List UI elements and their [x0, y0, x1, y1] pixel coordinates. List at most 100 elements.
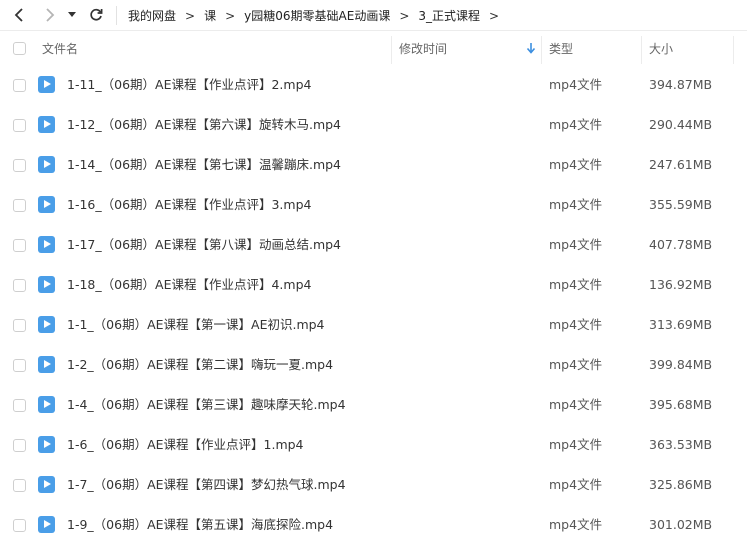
caret-down-icon — [68, 12, 76, 17]
file-name[interactable]: 1-17_（06期）AE课程【第八课】动画总结.mp4 — [67, 225, 341, 265]
row-checkbox[interactable] — [13, 279, 26, 292]
forward-button[interactable] — [40, 5, 60, 25]
file-name[interactable]: 1-16_（06期）AE课程【作业点评】3.mp4 — [67, 185, 311, 225]
toolbar: 我的网盘 > 课 > y园糖06期零基础AE动画课 > 3_正式课程 > — [0, 0, 747, 31]
breadcrumb-item[interactable]: y园糖06期零基础AE动画课 — [244, 7, 390, 24]
chevron-left-icon — [14, 8, 23, 22]
file-row[interactable]: 1-12_（06期）AE课程【第六课】旋转木马.mp4 mp4文件 290.44MB — [0, 105, 747, 145]
file-row[interactable]: 1-17_（06期）AE课程【第八课】动画总结.mp4 mp4文件 407.78MB — [0, 225, 747, 265]
file-row[interactable]: 1-11_（06期）AE课程【作业点评】2.mp4 mp4文件 394.87MB — [0, 65, 747, 105]
breadcrumb: 我的网盘 > 课 > y园糖06期零基础AE动画课 > 3_正式课程 > — [128, 0, 508, 31]
sort-descending-icon[interactable] — [526, 42, 536, 54]
row-checkbox[interactable] — [13, 359, 26, 372]
file-name[interactable]: 1-6_（06期）AE课程【作业点评】1.mp4 — [67, 425, 304, 465]
breadcrumb-separator-icon: > — [185, 8, 196, 23]
file-size: 313.69MB — [649, 317, 713, 332]
file-size: 301.02MB — [649, 517, 713, 532]
file-name[interactable]: 1-18_（06期）AE课程【作业点评】4.mp4 — [67, 265, 311, 305]
file-type: mp4文件 — [549, 357, 603, 372]
row-checkbox[interactable] — [13, 239, 26, 252]
video-file-icon — [38, 436, 55, 453]
row-checkbox[interactable] — [13, 399, 26, 412]
file-type: mp4文件 — [549, 517, 603, 532]
row-checkbox[interactable] — [13, 119, 26, 132]
file-name[interactable]: 1-12_（06期）AE课程【第六课】旋转木马.mp4 — [67, 105, 341, 145]
row-checkbox[interactable] — [13, 199, 26, 212]
file-type: mp4文件 — [549, 277, 603, 292]
file-row[interactable]: 1-16_（06期）AE课程【作业点评】3.mp4 mp4文件 355.59MB — [0, 185, 747, 225]
file-row[interactable]: 1-18_（06期）AE课程【作业点评】4.mp4 mp4文件 136.92MB — [0, 265, 747, 305]
file-size: 355.59MB — [649, 197, 713, 212]
file-type: mp4文件 — [549, 117, 603, 132]
column-divider[interactable] — [733, 36, 734, 64]
file-name[interactable]: 1-14_（06期）AE课程【第七课】温馨蹦床.mp4 — [67, 145, 341, 185]
file-row[interactable]: 1-1_（06期）AE课程【第一课】AE初识.mp4 mp4文件 313.69MB — [0, 305, 747, 345]
file-size: 290.44MB — [649, 117, 713, 132]
video-file-icon — [38, 76, 55, 93]
file-row[interactable]: 1-14_（06期）AE课程【第七课】温馨蹦床.mp4 mp4文件 247.61MB — [0, 145, 747, 185]
file-list: 1-11_（06期）AE课程【作业点评】2.mp4 mp4文件 394.87MB 1-… — [0, 65, 747, 545]
file-size: 399.84MB — [649, 357, 713, 372]
file-name[interactable]: 1-4_（06期）AE课程【第三课】趣味摩天轮.mp4 — [67, 385, 346, 425]
file-type: mp4文件 — [549, 397, 603, 412]
column-header-size[interactable]: 大小 — [649, 31, 673, 65]
file-list-header: 文件名 修改时间 类型 大小 — [0, 31, 747, 65]
column-header-modified[interactable]: 修改时间 — [399, 31, 447, 65]
file-name[interactable]: 1-2_（06期）AE课程【第二课】嗨玩一夏.mp4 — [67, 345, 333, 385]
row-checkbox[interactable] — [13, 159, 26, 172]
file-name[interactable]: 1-11_（06期）AE课程【作业点评】2.mp4 — [67, 65, 311, 105]
column-divider[interactable] — [541, 36, 542, 64]
file-row[interactable]: 1-7_（06期）AE课程【第四课】梦幻热气球.mp4 mp4文件 325.86MB — [0, 465, 747, 505]
refresh-icon — [90, 8, 103, 21]
video-file-icon — [38, 276, 55, 293]
breadcrumb-separator-icon: > — [489, 8, 500, 23]
video-file-icon — [38, 356, 55, 373]
breadcrumb-item-root[interactable]: 我的网盘 — [128, 7, 176, 24]
file-size: 247.61MB — [649, 157, 713, 172]
file-type: mp4文件 — [549, 197, 603, 212]
file-row[interactable]: 1-2_（06期）AE课程【第二课】嗨玩一夏.mp4 mp4文件 399.84MB — [0, 345, 747, 385]
video-file-icon — [38, 156, 55, 173]
file-type: mp4文件 — [549, 237, 603, 252]
file-name[interactable]: 1-7_（06期）AE课程【第四课】梦幻热气球.mp4 — [67, 465, 346, 505]
column-divider[interactable] — [641, 36, 642, 64]
history-dropdown-button[interactable] — [65, 5, 79, 25]
column-header-type[interactable]: 类型 — [549, 31, 573, 65]
select-all-checkbox[interactable] — [13, 42, 26, 55]
back-button[interactable] — [10, 5, 30, 25]
video-file-icon — [38, 396, 55, 413]
row-checkbox[interactable] — [13, 479, 26, 492]
column-divider[interactable] — [391, 36, 392, 64]
video-file-icon — [38, 236, 55, 253]
row-checkbox[interactable] — [13, 319, 26, 332]
video-file-icon — [38, 316, 55, 333]
file-type: mp4文件 — [549, 477, 603, 492]
video-file-icon — [38, 476, 55, 493]
file-type: mp4文件 — [549, 317, 603, 332]
file-type: mp4文件 — [549, 77, 603, 92]
breadcrumb-item-current[interactable]: 3_正式课程 — [418, 7, 480, 24]
video-file-icon — [38, 516, 55, 533]
column-header-name[interactable]: 文件名 — [42, 31, 78, 65]
file-type: mp4文件 — [549, 437, 603, 452]
file-name[interactable]: 1-9_（06期）AE课程【第五课】海底探险.mp4 — [67, 505, 333, 545]
breadcrumb-separator-icon: > — [399, 8, 410, 23]
file-row[interactable]: 1-9_（06期）AE课程【第五课】海底探险.mp4 mp4文件 301.02MB — [0, 505, 747, 545]
file-size: 136.92MB — [649, 277, 713, 292]
file-row[interactable]: 1-6_（06期）AE课程【作业点评】1.mp4 mp4文件 363.53MB — [0, 425, 747, 465]
file-size: 363.53MB — [649, 437, 713, 452]
toolbar-divider — [116, 6, 117, 25]
breadcrumb-separator-icon: > — [225, 8, 236, 23]
refresh-button[interactable] — [86, 5, 106, 25]
file-name[interactable]: 1-1_（06期）AE课程【第一课】AE初识.mp4 — [67, 305, 325, 345]
file-type: mp4文件 — [549, 157, 603, 172]
breadcrumb-item[interactable]: 课 — [204, 7, 216, 24]
file-size: 325.86MB — [649, 477, 713, 492]
file-row[interactable]: 1-4_（06期）AE课程【第三课】趣味摩天轮.mp4 mp4文件 395.68MB — [0, 385, 747, 425]
chevron-right-icon — [46, 8, 55, 22]
row-checkbox[interactable] — [13, 439, 26, 452]
file-size: 395.68MB — [649, 397, 713, 412]
file-size: 407.78MB — [649, 237, 713, 252]
row-checkbox[interactable] — [13, 79, 26, 92]
row-checkbox[interactable] — [13, 519, 26, 532]
